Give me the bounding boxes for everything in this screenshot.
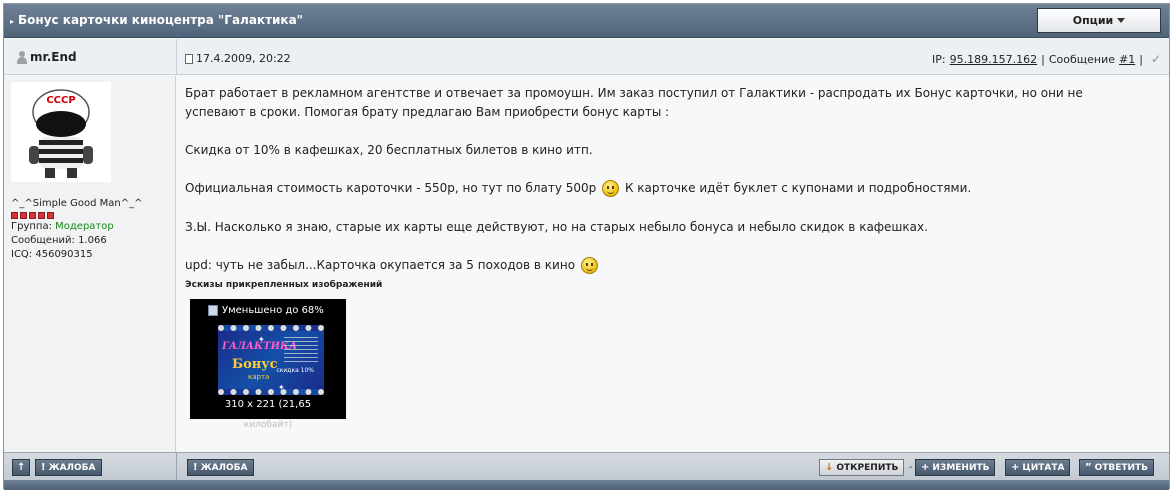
rank-pip	[29, 212, 36, 219]
edit-button[interactable]: + ИЗМЕНИТЬ	[915, 459, 996, 476]
author-info: ^_^Simple Good Man^_^ Группа: Модератор …	[11, 197, 142, 262]
author-icq: ICQ: 456090315	[11, 249, 93, 260]
message-number-link[interactable]: #1	[1119, 53, 1135, 66]
report-button-left[interactable]: ! ЖАЛОБА	[35, 459, 102, 476]
plus-icon: +	[921, 462, 930, 473]
exclamation-icon: !	[193, 462, 198, 473]
post-text-line: Брат работает в рекламном агентстве и от…	[185, 86, 1083, 100]
rank-pip	[38, 212, 45, 219]
attachments-title: Эскизы прикрепленных изображений	[185, 280, 383, 290]
user-icon	[16, 50, 28, 64]
thumbnail-size-unit: килобайт)	[243, 420, 293, 430]
footer-strip	[4, 480, 1169, 490]
rank-pips	[11, 212, 142, 219]
post-frame: ▸ Бонус карточки киноцентра "Галактика" О…	[3, 3, 1170, 490]
thumbnail-image: ✦ ✦ ГАЛАКТИКА Бонус карта скидка 10%	[218, 325, 324, 395]
unpin-button[interactable]: ↓ ОТКРЕПИТЬ	[819, 459, 905, 476]
attachment-thumbnail[interactable]: Уменьшено до 68% ✦ ✦ ГАЛАКТИКА Бонус кар…	[190, 299, 346, 419]
post-date: 17.4.2009, 20:22	[185, 52, 291, 65]
smiley-icon	[580, 257, 598, 274]
report-button-right[interactable]: ! ЖАЛОБА	[187, 459, 254, 476]
svg-text:СССР: СССР	[46, 95, 75, 106]
reply-button[interactable]: ” ОТВЕТИТЬ	[1079, 459, 1155, 476]
expand-arrow-icon: ▸	[10, 17, 15, 26]
quote-button[interactable]: + ЦИТАТА	[1005, 459, 1071, 476]
quote-marks-icon: ”	[1085, 462, 1092, 473]
document-icon	[185, 53, 193, 64]
rank-pip	[11, 212, 18, 219]
sparkle-icon: ✦	[278, 383, 285, 392]
caret-down-icon	[1117, 18, 1126, 23]
magnify-icon	[208, 305, 218, 316]
post-author-bar: mr.End 17.4.2009, 20:22 IP: 95.189.157.1…	[4, 39, 1169, 75]
thumbnail-size: 310 x 221 (21,65	[224, 399, 312, 410]
avatar-image: СССР	[11, 82, 111, 182]
rank-pip	[20, 212, 27, 219]
exclamation-icon: !	[41, 462, 46, 473]
post-text-line: Скидка от 10% в кафешках, 20 бесплатных …	[185, 143, 593, 157]
arrow-down-icon: ↓	[825, 462, 834, 473]
author-sidebar: СССР ^_^Simple Good Man^_^ Группа: Модер…	[4, 76, 176, 452]
post-text-line: З.Ы. Насколько я знаю, старые их карты е…	[185, 220, 928, 234]
post-text-line: upd: чуть не забыл...Карточка окупается …	[185, 256, 600, 275]
post-text-line: успевают в сроки. Помогая брату предлага…	[185, 105, 670, 119]
topic-title: ▸ Бонус карточки киноцентра "Галактика"	[10, 13, 303, 27]
post-actions-bar: ↑ ! ЖАЛОБА ! ЖАЛОБА ↓ ОТКРЕПИТЬ - + ИЗМЕ…	[4, 452, 1169, 481]
author-title: ^_^Simple Good Man^_^	[11, 198, 143, 209]
topic-header: ▸ Бонус карточки киноцентра "Галактика" О…	[4, 4, 1169, 38]
scroll-top-button[interactable]: ↑	[12, 459, 31, 476]
ip-link[interactable]: 95.189.157.162	[950, 53, 1037, 66]
plus-icon: +	[1011, 462, 1020, 473]
smiley-icon	[602, 180, 620, 197]
options-button[interactable]: Опции	[1037, 8, 1161, 33]
reduced-notice: Уменьшено до 68%	[208, 305, 324, 316]
author-posts: Сообщений: 1.066	[11, 235, 107, 246]
author-group: Группа: Модератор	[11, 221, 114, 232]
rank-pip	[47, 212, 54, 219]
column-divider	[176, 453, 177, 481]
post-text-line: Официальная стоимость кароточки - 550р, …	[185, 180, 972, 197]
author-name[interactable]: mr.End	[16, 50, 77, 64]
separator: -	[909, 462, 913, 473]
arrow-up-icon: ↑	[17, 462, 26, 473]
checkmark-icon[interactable]: ✓	[1151, 52, 1161, 66]
avatar: СССР	[11, 82, 111, 182]
post-meta: IP: 95.189.157.162 | Сообщение #1 | ✓	[932, 52, 1161, 66]
column-divider	[176, 39, 177, 75]
post-content: Брат работает в рекламном агентстве и от…	[177, 76, 1169, 452]
